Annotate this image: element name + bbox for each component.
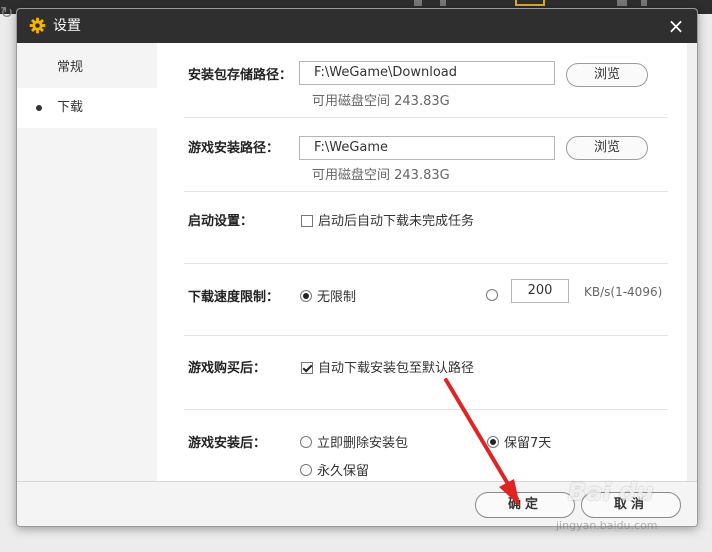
close-button[interactable]: × xyxy=(665,15,687,37)
package-path-input[interactable]: F:\WeGame\Download xyxy=(299,61,555,85)
after-install-label: 游戏安装后： xyxy=(188,436,267,451)
sidebar-item-label: 下载 xyxy=(57,100,84,115)
after-install-section: 游戏安装后： 立即删除安装包 保留7天 永久保留 xyxy=(184,409,668,482)
install-path-input[interactable]: F:\WeGame xyxy=(299,136,555,160)
keep-7-days-text: 保留7天 xyxy=(504,436,552,451)
active-indicator-dot xyxy=(36,105,42,111)
background-icon xyxy=(641,0,647,6)
keep-forever-radio[interactable] xyxy=(300,464,312,476)
after-purchase-label: 游戏购买后： xyxy=(188,361,267,376)
sidebar-item-download[interactable]: 下载 xyxy=(17,88,157,128)
content-scrollbar[interactable] xyxy=(687,43,697,482)
speed-limit-label: 下载速度限制： xyxy=(188,290,280,305)
install-path-free-space: 可用磁盘空间 243.83G xyxy=(312,168,450,183)
speed-unlimited-radio[interactable] xyxy=(300,290,312,302)
package-path-browse-button[interactable]: 浏览 xyxy=(566,63,648,87)
background-refresh-icon: ↻ xyxy=(0,3,14,22)
install-path-section: 游戏安装路径： F:\WeGame 浏览 可用磁盘空间 243.83G xyxy=(184,117,668,192)
keep-forever-text: 永久保留 xyxy=(317,464,370,479)
baidu-watermark-url: jingyan.baidu.com xyxy=(556,519,658,532)
dialog-title: 设置 xyxy=(53,18,81,34)
package-path-section: 安装包存储路径： F:\WeGame\Download 浏览 可用磁盘空间 24… xyxy=(184,43,668,118)
delete-package-radio[interactable] xyxy=(300,436,312,448)
package-path-label: 安装包存储路径： xyxy=(188,68,293,83)
background-icon xyxy=(414,0,422,6)
title-bar: 设置 × xyxy=(17,9,697,43)
background-active-tab-icon xyxy=(515,0,545,6)
startup-label: 启动设置： xyxy=(188,214,254,229)
settings-sidebar: 常规 下载 xyxy=(17,43,157,482)
sidebar-item-label: 常规 xyxy=(57,60,84,75)
delete-package-text: 立即删除安装包 xyxy=(317,436,409,451)
background-icon xyxy=(440,0,446,6)
baidu-watermark-logo: Bai du xyxy=(568,478,654,506)
startup-auto-download-checkbox[interactable] xyxy=(301,215,313,227)
speed-limit-input[interactable]: 200 xyxy=(511,279,569,303)
install-path-browse-button[interactable]: 浏览 xyxy=(566,136,648,160)
after-purchase-auto-download-text: 自动下载安装包至默认路径 xyxy=(318,361,475,376)
speed-unlimited-text: 无限制 xyxy=(317,290,357,305)
speed-custom-radio[interactable] xyxy=(486,289,498,301)
background-icon xyxy=(617,0,627,6)
speed-limit-section: 下载速度限制： 无限制 200 KB/s(1-4096) xyxy=(184,263,668,336)
download-settings-panel: 安装包存储路径： F:\WeGame\Download 浏览 可用磁盘空间 24… xyxy=(157,43,697,482)
gear-icon xyxy=(29,17,46,34)
confirm-button[interactable]: 确定 xyxy=(475,492,575,518)
after-purchase-auto-download-checkbox[interactable] xyxy=(301,362,313,374)
package-path-free-space: 可用磁盘空间 243.83G xyxy=(312,94,450,109)
startup-auto-download-text: 启动后自动下载未完成任务 xyxy=(318,214,475,229)
startup-section: 启动设置： 启动后自动下载未完成任务 xyxy=(184,191,668,264)
install-path-label: 游戏安装路径： xyxy=(188,141,280,156)
speed-limit-unit: KB/s(1-4096) xyxy=(584,285,663,299)
after-purchase-section: 游戏购买后： 自动下载安装包至默认路径 xyxy=(184,335,668,410)
keep-7-days-radio[interactable] xyxy=(487,436,499,448)
sidebar-item-general[interactable]: 常规 xyxy=(17,48,157,88)
settings-dialog: 设置 × 常规 下载 安装包存储路径： F:\WeGame\Download 浏… xyxy=(16,8,698,527)
